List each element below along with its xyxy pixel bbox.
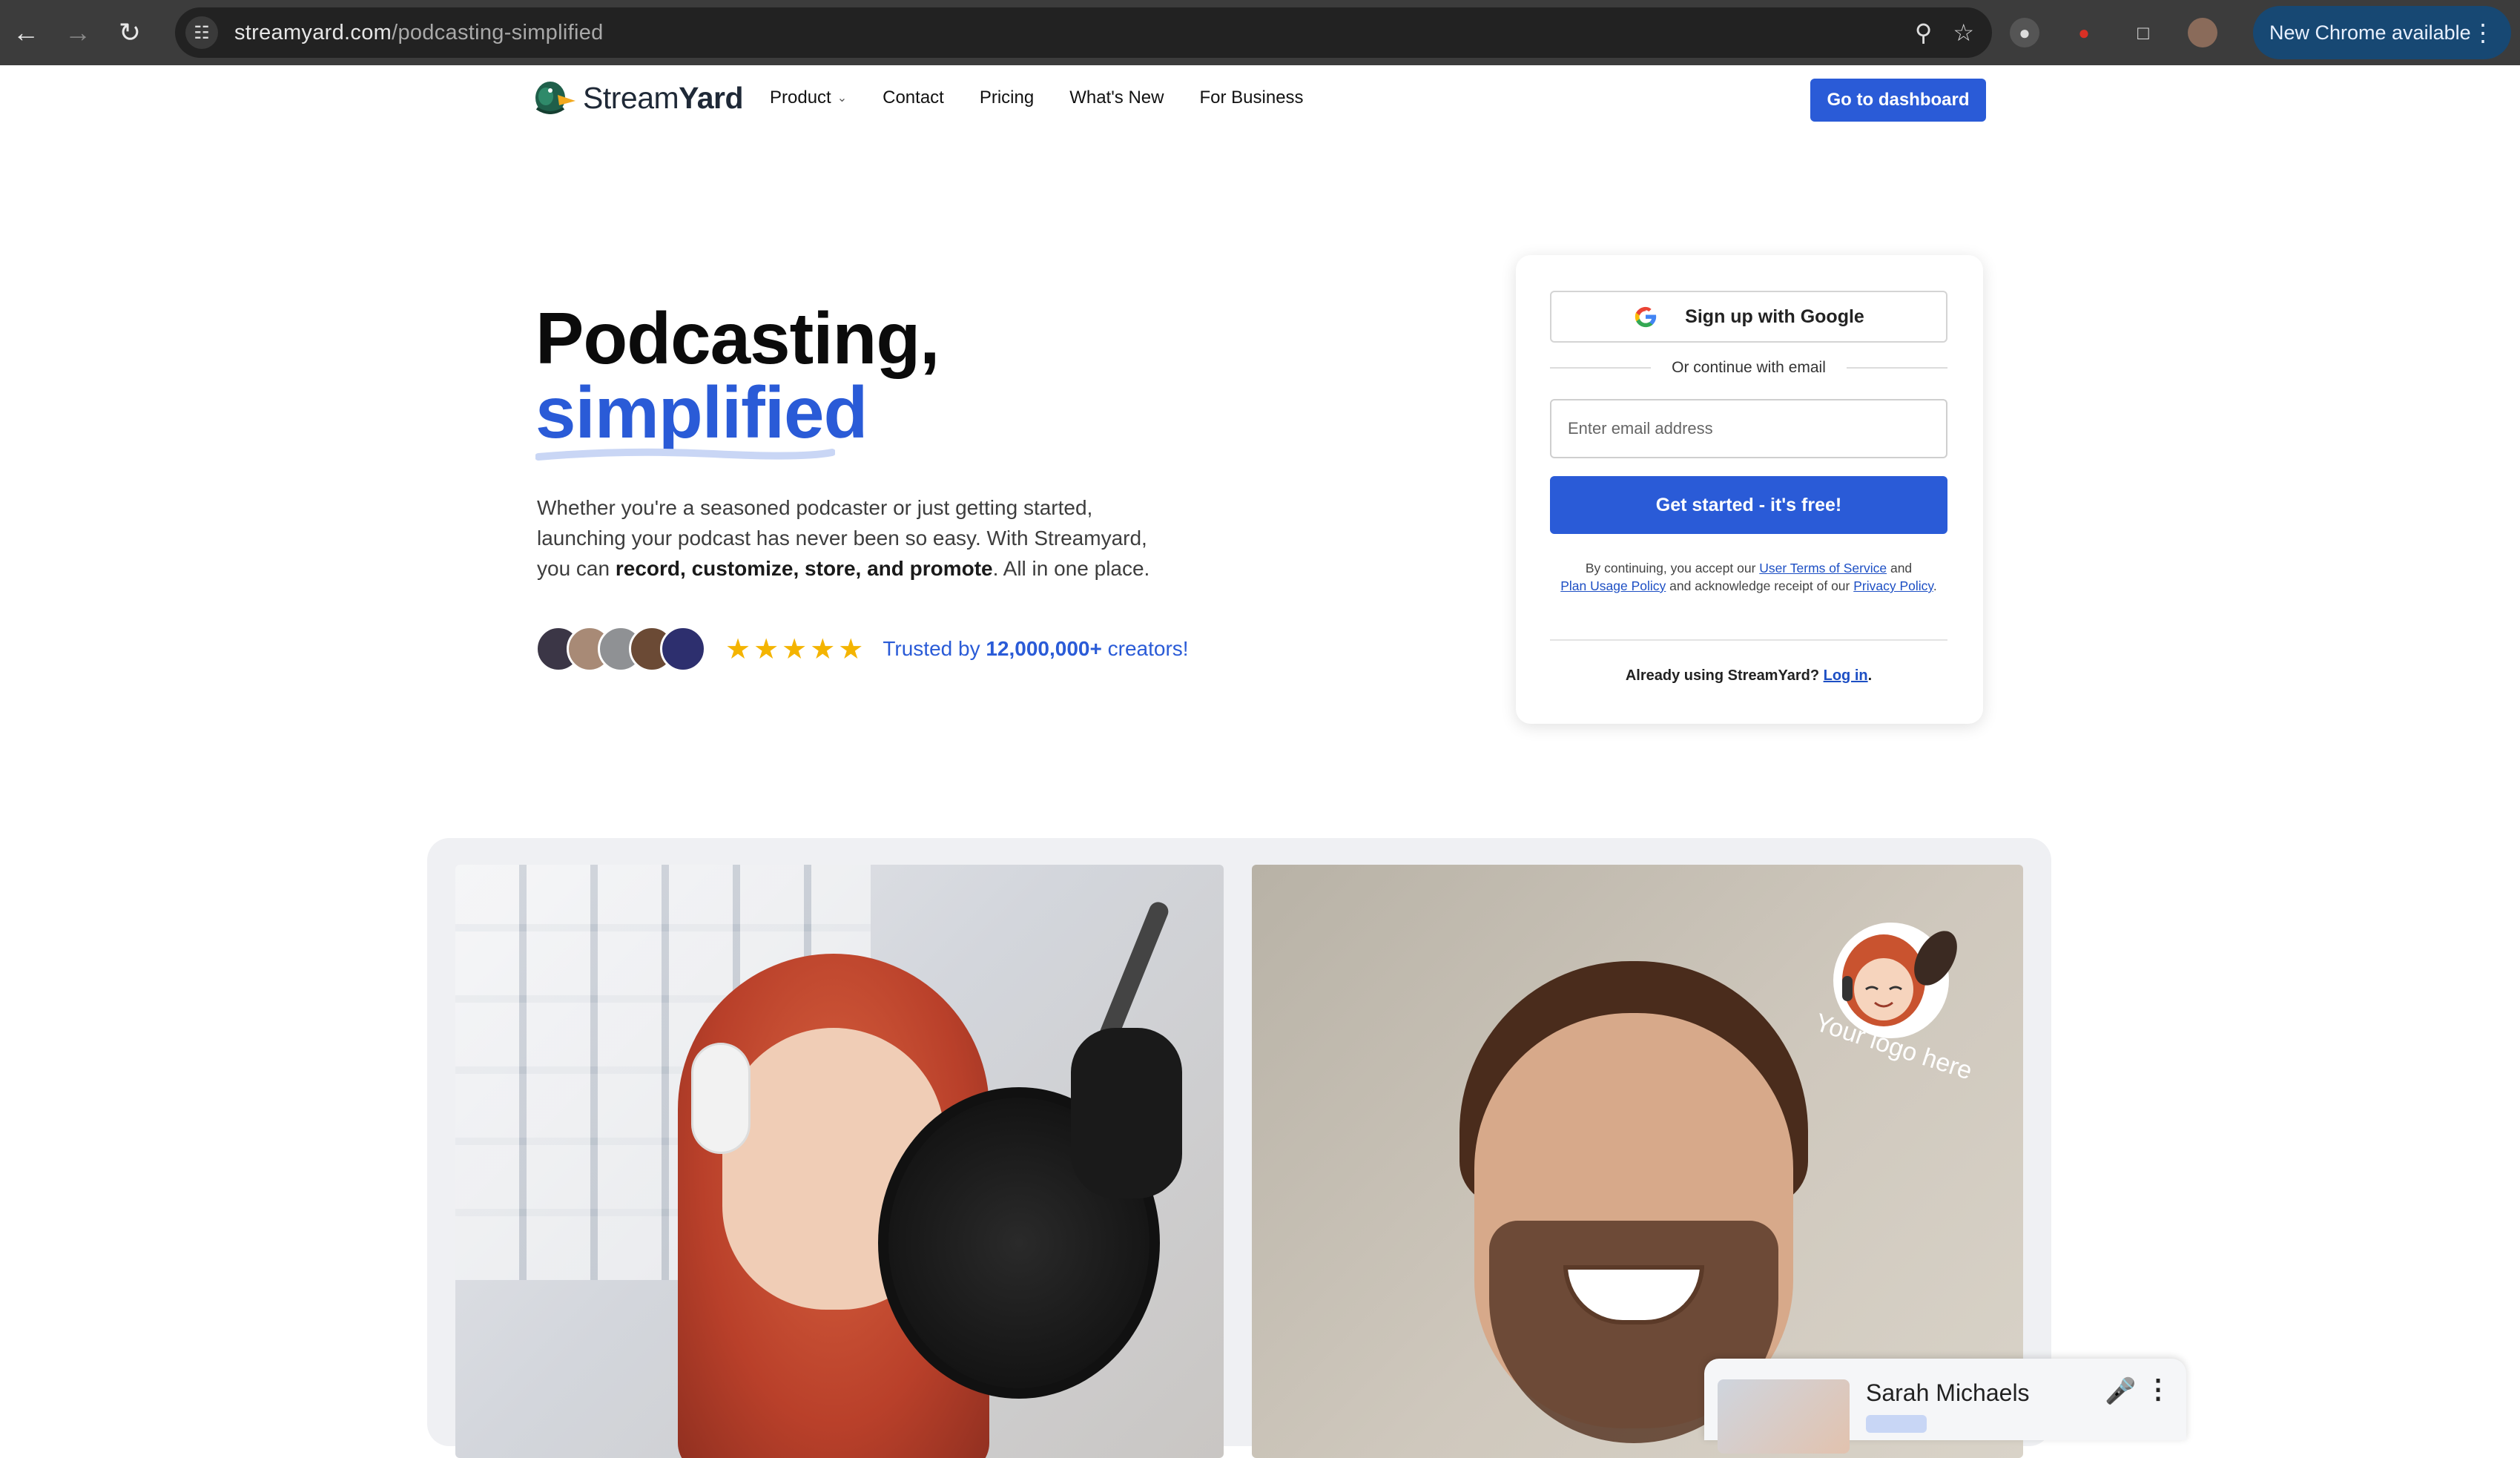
trust-text: Trusted by 12,000,000+ creators! bbox=[883, 637, 1188, 661]
hero-desc-line3-pre: you can bbox=[537, 557, 616, 580]
hero-title-line1: Podcasting, bbox=[535, 297, 940, 379]
hero-desc-line1: Whether you're a seasoned podcaster or j… bbox=[537, 496, 1093, 519]
chevron-down-icon: ⌄ bbox=[837, 92, 848, 105]
already-using-text: Already using StreamYard? bbox=[1625, 667, 1824, 684]
trust-count: 12,000,000+ bbox=[986, 637, 1102, 660]
url-text[interactable]: streamyard.com/podcasting-simplified bbox=[234, 21, 604, 45]
or-divider: Or continue with email bbox=[1550, 359, 1948, 377]
login-prompt: Already using StreamYard? Log in. bbox=[1550, 667, 1947, 685]
legal-mid: and acknowledge receipt of our bbox=[1666, 578, 1854, 593]
login-link[interactable]: Log in bbox=[1824, 667, 1868, 684]
trust-row: ★★★★★ Trusted by 12,000,000+ creators! bbox=[535, 626, 1189, 672]
participant-name: Sarah Michaels bbox=[1866, 1379, 2030, 1406]
go-to-dashboard-button[interactable]: Go to dashboard bbox=[1810, 79, 1986, 122]
url-path: /podcasting-simplified bbox=[392, 20, 604, 44]
hero-desc-line3-post: . All in one place. bbox=[992, 557, 1150, 580]
nav-contact[interactable]: Contact bbox=[883, 88, 944, 108]
brush-underline bbox=[535, 448, 835, 461]
extensions-puzzle-icon[interactable]: □ bbox=[2128, 18, 2158, 47]
privacy-policy-link[interactable]: Privacy Policy bbox=[1853, 578, 1933, 593]
or-continue-text: Or continue with email bbox=[1672, 359, 1826, 376]
browser-toolbar: ← → ↻ ☷ streamyard.com/podcasting-simpli… bbox=[0, 0, 2520, 65]
logo-text-light: Stream bbox=[583, 80, 679, 115]
google-signup-button[interactable]: Sign up with Google bbox=[1550, 291, 1947, 343]
forward-icon[interactable]: → bbox=[52, 0, 104, 65]
profile-avatar[interactable] bbox=[2188, 18, 2217, 47]
email-field[interactable]: Enter email address bbox=[1550, 399, 1947, 458]
microphone-icon[interactable]: 🎤 bbox=[2105, 1376, 2136, 1406]
nav-for-business[interactable]: For Business bbox=[1199, 88, 1303, 108]
legal-and: and bbox=[1887, 561, 1913, 575]
guest-video-tile-left bbox=[455, 865, 1224, 1458]
legal-text: By continuing, you accept our User Terms… bbox=[1550, 559, 1947, 595]
logo-text-bold: Yard bbox=[679, 80, 744, 115]
google-button-label: Sign up with Google bbox=[1685, 306, 1864, 327]
reload-icon[interactable]: ↻ bbox=[104, 0, 156, 65]
headphones-icon bbox=[691, 1043, 751, 1154]
terms-link[interactable]: User Terms of Service bbox=[1759, 561, 1887, 575]
signup-card: Sign up with Google Or continue with ema… bbox=[1516, 255, 1983, 724]
get-started-button[interactable]: Get started - it's free! bbox=[1550, 476, 1947, 534]
bookmark-star-icon[interactable]: ☆ bbox=[1953, 19, 1974, 47]
trust-post: creators! bbox=[1101, 637, 1189, 660]
participant-thumbnail bbox=[1718, 1379, 1850, 1454]
hero-desc-line2: launching your podcast has never been so… bbox=[537, 527, 1147, 550]
hero-desc-bold: record, customize, store, and promote bbox=[615, 557, 993, 580]
avatar bbox=[660, 626, 706, 672]
legal-pre: By continuing, you accept our bbox=[1585, 561, 1760, 575]
google-icon bbox=[1635, 306, 1657, 328]
nav-pricing[interactable]: Pricing bbox=[980, 88, 1034, 108]
card-divider bbox=[1550, 639, 1947, 641]
participant-name-card[interactable]: Sarah Michaels 🎤 ⋮ bbox=[1704, 1359, 2186, 1454]
extension-record-icon[interactable]: ● bbox=[2069, 18, 2099, 47]
url-domain: streamyard.com bbox=[234, 20, 392, 44]
nav-whats-new[interactable]: What's New bbox=[1069, 88, 1164, 108]
five-star-rating-icon: ★★★★★ bbox=[725, 633, 867, 665]
nav-product[interactable]: Product ⌄ bbox=[770, 88, 847, 108]
back-icon[interactable]: ← bbox=[0, 0, 52, 65]
trust-pre: Trusted by bbox=[883, 637, 986, 660]
divider-line bbox=[1550, 367, 1652, 369]
chrome-menu-icon[interactable]: ⋮ bbox=[2471, 19, 2495, 47]
duck-logo-icon bbox=[535, 82, 575, 114]
plan-usage-policy-link[interactable]: Plan Usage Policy bbox=[1560, 578, 1666, 593]
legal-end: . bbox=[1933, 578, 1937, 593]
main-nav: Product ⌄ Contact Pricing What's New For … bbox=[770, 88, 1339, 108]
nav-product-label: Product bbox=[770, 88, 831, 108]
chrome-update-label: New Chrome available bbox=[2269, 21, 2471, 44]
address-bar[interactable]: ☷ streamyard.com/podcasting-simplified ⚲… bbox=[175, 7, 1992, 58]
creator-avatars bbox=[535, 626, 706, 672]
microphone-icon bbox=[1071, 1028, 1182, 1198]
zoom-icon[interactable]: ⚲ bbox=[1915, 19, 1932, 47]
your-logo-badge: Your logo here bbox=[1812, 923, 1976, 1086]
site-header: StreamYard Product ⌄ Contact Pricing What… bbox=[0, 65, 2520, 136]
hero-description: Whether you're a seasoned podcaster or j… bbox=[537, 492, 1175, 584]
chrome-update-button[interactable]: New Chrome available ⋮ bbox=[2253, 6, 2511, 59]
hero-title: Podcasting, simplified bbox=[535, 301, 940, 453]
login-end: . bbox=[1867, 667, 1873, 684]
more-options-icon[interactable]: ⋮ bbox=[2145, 1373, 2171, 1405]
streamyard-logo[interactable]: StreamYard bbox=[532, 79, 744, 117]
divider-line bbox=[1846, 367, 1948, 369]
participant-tag bbox=[1866, 1415, 1927, 1433]
site-settings-icon[interactable]: ☷ bbox=[185, 16, 218, 49]
extension-icon[interactable]: ● bbox=[2010, 18, 2039, 47]
hero-title-accent: simplified bbox=[535, 372, 868, 453]
